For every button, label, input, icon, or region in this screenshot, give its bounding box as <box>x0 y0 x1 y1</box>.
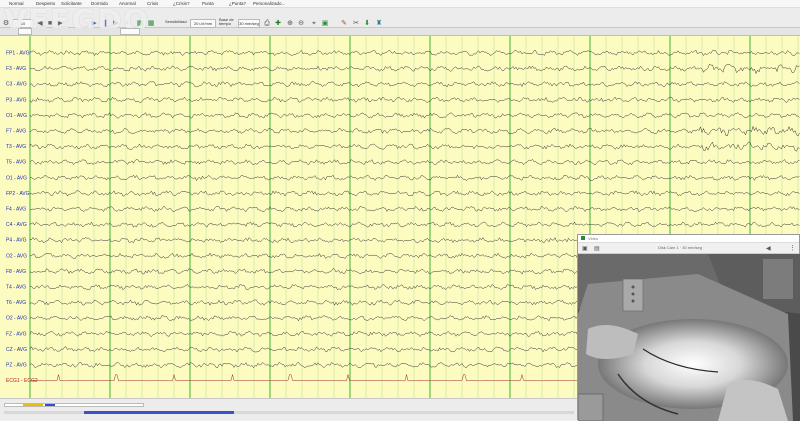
video-title-bar: Video <box>578 235 799 243</box>
eeg-trace <box>29 96 800 103</box>
menu-personalizado[interactable]: Personalizado... <box>253 1 285 6</box>
eeg-trace <box>29 81 800 88</box>
video-toolbar: ▣ ▤ Disk Cam 1 · 30 mm/seg ◀ ⋮ <box>578 243 799 254</box>
timebase-label: Base de tiempo <box>219 17 234 26</box>
channel-label[interactable]: T4 - AVG <box>6 285 26 291</box>
channel-label[interactable]: PZ - AVG <box>6 363 27 369</box>
channel-label[interactable]: FP2 - AVG <box>6 191 30 197</box>
eeg-trace <box>29 49 800 57</box>
marker-icon[interactable]: ✎ <box>340 20 348 28</box>
menu-punta[interactable]: Punta <box>202 1 214 6</box>
event-marker <box>23 404 43 406</box>
channel-label[interactable]: F8 - AVG <box>6 269 26 275</box>
channel-label[interactable]: CZ - AVG <box>6 347 27 353</box>
channel-label[interactable]: ECG1 - ECG2 <box>6 378 38 384</box>
channel-label[interactable]: O1 - AVG <box>6 113 27 119</box>
menu-icon[interactable]: ⋮ <box>789 244 796 252</box>
print-icon[interactable]: ⎙ <box>263 20 271 28</box>
filter-select[interactable] <box>120 28 140 35</box>
video-window: Video ▣ ▤ Disk Cam 1 · 30 mm/seg ◀ ⋮ <box>577 234 800 421</box>
video-toggle-icon[interactable]: ♜ <box>375 20 383 28</box>
video-scene <box>578 254 800 421</box>
event-marker <box>45 404 55 406</box>
channel-label[interactable]: FP1 - AVG <box>6 51 30 57</box>
export-icon[interactable]: ⬇ <box>363 20 371 28</box>
eeg-trace <box>29 112 800 119</box>
channel-label[interactable]: C3 - AVG <box>6 82 27 88</box>
channel-label[interactable]: T5 - AVG <box>6 160 26 166</box>
zoom-in-icon[interactable]: ⊕ <box>286 20 294 28</box>
video-title: Video <box>588 236 599 241</box>
eeg-trace <box>29 205 800 213</box>
zoom-out-icon[interactable]: ⊖ <box>297 20 305 28</box>
channel-select[interactable] <box>18 28 32 35</box>
volume-icon[interactable]: ◀ <box>766 245 771 252</box>
eeg-trace <box>29 141 800 152</box>
event-strip[interactable] <box>4 403 144 407</box>
channel-label[interactable]: P4 - AVG <box>6 238 27 244</box>
video-status: Disk Cam 1 · 30 mm/seg <box>658 245 703 250</box>
eeg-trace <box>29 190 800 197</box>
map-icon[interactable]: ▣ <box>321 20 329 28</box>
eeg-trace <box>29 125 800 137</box>
event-icon[interactable]: ✚ <box>274 20 282 28</box>
measure-icon[interactable]: ⌖ <box>310 20 318 28</box>
channel-label[interactable]: O2 - AVG <box>6 253 27 259</box>
sensitivity-select[interactable]: 20 uV/mm <box>190 19 216 28</box>
channel-label[interactable]: T6 - AVG <box>6 300 26 306</box>
channel-label[interactable]: O2 - AVG <box>6 316 27 322</box>
eeg-trace <box>29 159 800 166</box>
channel-label[interactable]: C4 - AVG <box>6 222 27 228</box>
eeg-trace <box>29 221 800 228</box>
channel-label[interactable]: F7 - AVG <box>6 129 26 135</box>
secondary-toolbar <box>0 28 800 36</box>
menu-crisis-question[interactable]: ¿Crisis? <box>173 1 190 6</box>
channel-label[interactable]: P3 - AVG <box>6 97 27 103</box>
timebase-select[interactable]: 30 mm/seg <box>238 19 260 28</box>
channel-label[interactable]: T3 - AVG <box>6 144 26 150</box>
channel-label[interactable]: F3 - AVG <box>6 66 26 72</box>
channel-label[interactable]: FZ - AVG <box>6 331 27 337</box>
channel-label[interactable]: O1 - AVG <box>6 175 27 181</box>
snapshot-icon[interactable]: ▤ <box>594 245 600 252</box>
eeg-trace <box>29 63 800 75</box>
video-app-icon <box>581 236 585 240</box>
eeg-trace <box>29 174 800 182</box>
timeline-scrollbar[interactable] <box>4 411 574 414</box>
timeline-thumb[interactable] <box>84 411 234 414</box>
menu-punta-question[interactable]: ¿Punta? <box>229 1 246 6</box>
channel-label[interactable]: F4 - AVG <box>6 207 26 213</box>
tools-icon[interactable]: ✂ <box>352 20 360 28</box>
camera-icon[interactable]: ▣ <box>582 245 588 252</box>
sensitivity-label: Sensibilidad <box>165 19 187 24</box>
patient-video-frame <box>578 254 800 421</box>
